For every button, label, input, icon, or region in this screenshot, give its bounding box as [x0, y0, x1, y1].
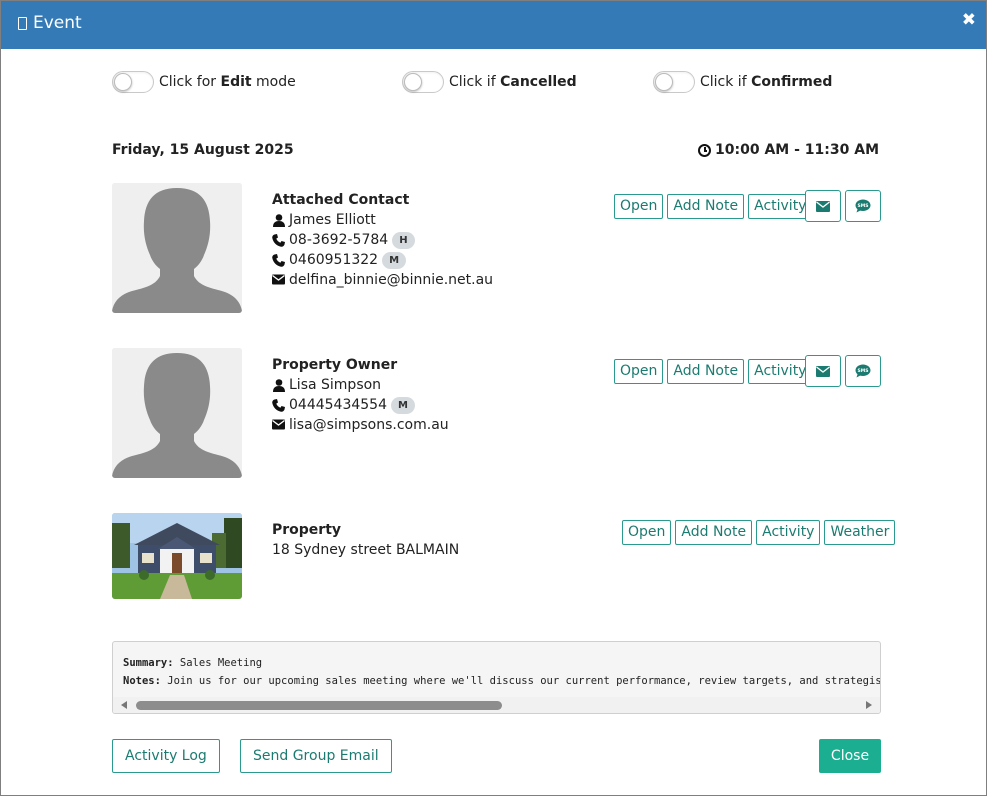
event-modal: Event ✖ Click for Edit mode Click if Can…: [0, 0, 987, 796]
contact-actions: Open Add Note Activity: [614, 194, 813, 219]
property-info: Property 18 Sydney street BALMAIN: [272, 520, 459, 560]
property-address: 18 Sydney street BALMAIN: [272, 542, 460, 558]
activity-log-button[interactable]: Activity Log: [112, 739, 220, 773]
cancelled-switch[interactable]: [402, 71, 444, 93]
summary-line: Summary: Sales Meeting: [123, 657, 263, 669]
clock-icon: [698, 143, 712, 157]
owner-info: Property Owner Lisa Simpson 04445434554 …: [272, 355, 449, 435]
user-icon: [272, 213, 285, 227]
edit-mode-label: Click for Edit mode: [159, 74, 296, 90]
contact-info: Attached Contact James Elliott 08-3692-5…: [272, 190, 493, 290]
cancelled-label: Click if Cancelled: [449, 74, 577, 90]
event-time: 10:00 AM - 11:30 AM: [698, 142, 879, 158]
property-add-note-button[interactable]: Add Note: [675, 520, 753, 545]
summary-content: Summary: Sales Meeting Notes: Join us fo…: [123, 654, 880, 690]
cancelled-toggle[interactable]: Click if Cancelled: [402, 70, 577, 94]
contact-name: James Elliott: [289, 212, 376, 228]
contact-email-button[interactable]: [805, 190, 841, 222]
event-time-text: 10:00 AM - 11:30 AM: [715, 142, 879, 158]
house-image: [112, 513, 242, 599]
send-group-email-button[interactable]: Send Group Email: [240, 739, 392, 773]
contact-open-button[interactable]: Open: [614, 194, 664, 219]
phone-icon: [272, 233, 285, 247]
owner-heading: Property Owner: [272, 357, 398, 373]
owner-activity-button[interactable]: Activity: [748, 359, 813, 384]
mobile-badge: M: [382, 251, 407, 269]
mobile-badge: M: [390, 396, 415, 414]
scroll-left-arrow-icon[interactable]: [121, 701, 127, 709]
property-photo: [112, 513, 242, 599]
owner-email[interactable]: lisa@simpsons.com.au: [289, 415, 449, 435]
confirmed-toggle[interactable]: Click if Confirmed: [653, 70, 832, 94]
sms-bubble-icon: SMS: [855, 199, 871, 213]
envelope-icon: [272, 274, 285, 287]
person-silhouette-icon: [112, 183, 242, 313]
modal-header: Event ✖: [1, 1, 986, 49]
confirmed-switch[interactable]: [653, 71, 695, 93]
scroll-thumb[interactable]: [136, 701, 502, 710]
summary-box[interactable]: Summary: Sales Meeting Notes: Join us fo…: [112, 641, 881, 714]
contact-activity-button[interactable]: Activity: [748, 194, 813, 219]
owner-name: Lisa Simpson: [289, 377, 382, 393]
owner-email-row[interactable]: lisa@simpsons.com.au: [272, 415, 449, 435]
edit-mode-toggle[interactable]: Click for Edit mode: [112, 70, 296, 94]
envelope-icon: [272, 419, 285, 432]
contact-phone-home-row[interactable]: 08-3692-5784 H: [272, 230, 493, 250]
close-icon[interactable]: ✖: [962, 10, 976, 30]
owner-name-row: Lisa Simpson: [272, 375, 449, 395]
contact-email-row[interactable]: delfina_binnie@binnie.net.au: [272, 270, 493, 290]
owner-sms-button[interactable]: SMS: [845, 355, 881, 387]
phone-icon: [272, 398, 285, 412]
close-button[interactable]: Close: [819, 739, 881, 773]
event-date: Friday, 15 August 2025: [112, 142, 294, 158]
notes-line: Notes: Join us for our upcoming sales me…: [123, 675, 880, 687]
property-heading: Property: [272, 522, 342, 538]
contact-email[interactable]: delfina_binnie@binnie.net.au: [289, 270, 493, 290]
calendar-icon: [18, 17, 27, 30]
envelope-icon: [816, 365, 830, 377]
contact-phone-mobile-row[interactable]: 0460951322 M: [272, 250, 493, 270]
contact-avatar: [112, 183, 242, 313]
property-actions: Open Add Note Activity Weather: [622, 520, 896, 545]
horizontal-scrollbar[interactable]: [113, 697, 880, 713]
envelope-icon: [816, 200, 830, 212]
contact-sms-button[interactable]: SMS: [845, 190, 881, 222]
person-silhouette-icon: [112, 348, 242, 478]
owner-email-button[interactable]: [805, 355, 841, 387]
confirmed-label: Click if Confirmed: [700, 74, 833, 90]
phone-icon: [272, 253, 285, 267]
property-weather-button[interactable]: Weather: [824, 520, 896, 545]
owner-phone[interactable]: 04445434554: [289, 395, 387, 415]
owner-open-button[interactable]: Open: [614, 359, 664, 384]
owner-add-note-button[interactable]: Add Note: [667, 359, 745, 384]
scroll-right-arrow-icon[interactable]: [866, 701, 872, 709]
contact-name-row: James Elliott: [272, 210, 493, 230]
home-badge: H: [392, 231, 415, 249]
modal-title: Event: [33, 13, 82, 33]
property-open-button[interactable]: Open: [622, 520, 672, 545]
edit-mode-switch[interactable]: [112, 71, 154, 93]
svg-text:SMS: SMS: [858, 368, 869, 374]
contact-add-note-button[interactable]: Add Note: [667, 194, 745, 219]
owner-actions: Open Add Note Activity: [614, 359, 813, 384]
svg-text:SMS: SMS: [858, 203, 869, 209]
contact-phone-mobile[interactable]: 0460951322: [289, 250, 378, 270]
sms-bubble-icon: SMS: [855, 364, 871, 378]
contact-phone-home[interactable]: 08-3692-5784: [289, 230, 388, 250]
owner-avatar: [112, 348, 242, 478]
contact-heading: Attached Contact: [272, 192, 410, 208]
owner-phone-row[interactable]: 04445434554 M: [272, 395, 449, 415]
property-activity-button[interactable]: Activity: [756, 520, 821, 545]
user-icon: [272, 378, 285, 392]
